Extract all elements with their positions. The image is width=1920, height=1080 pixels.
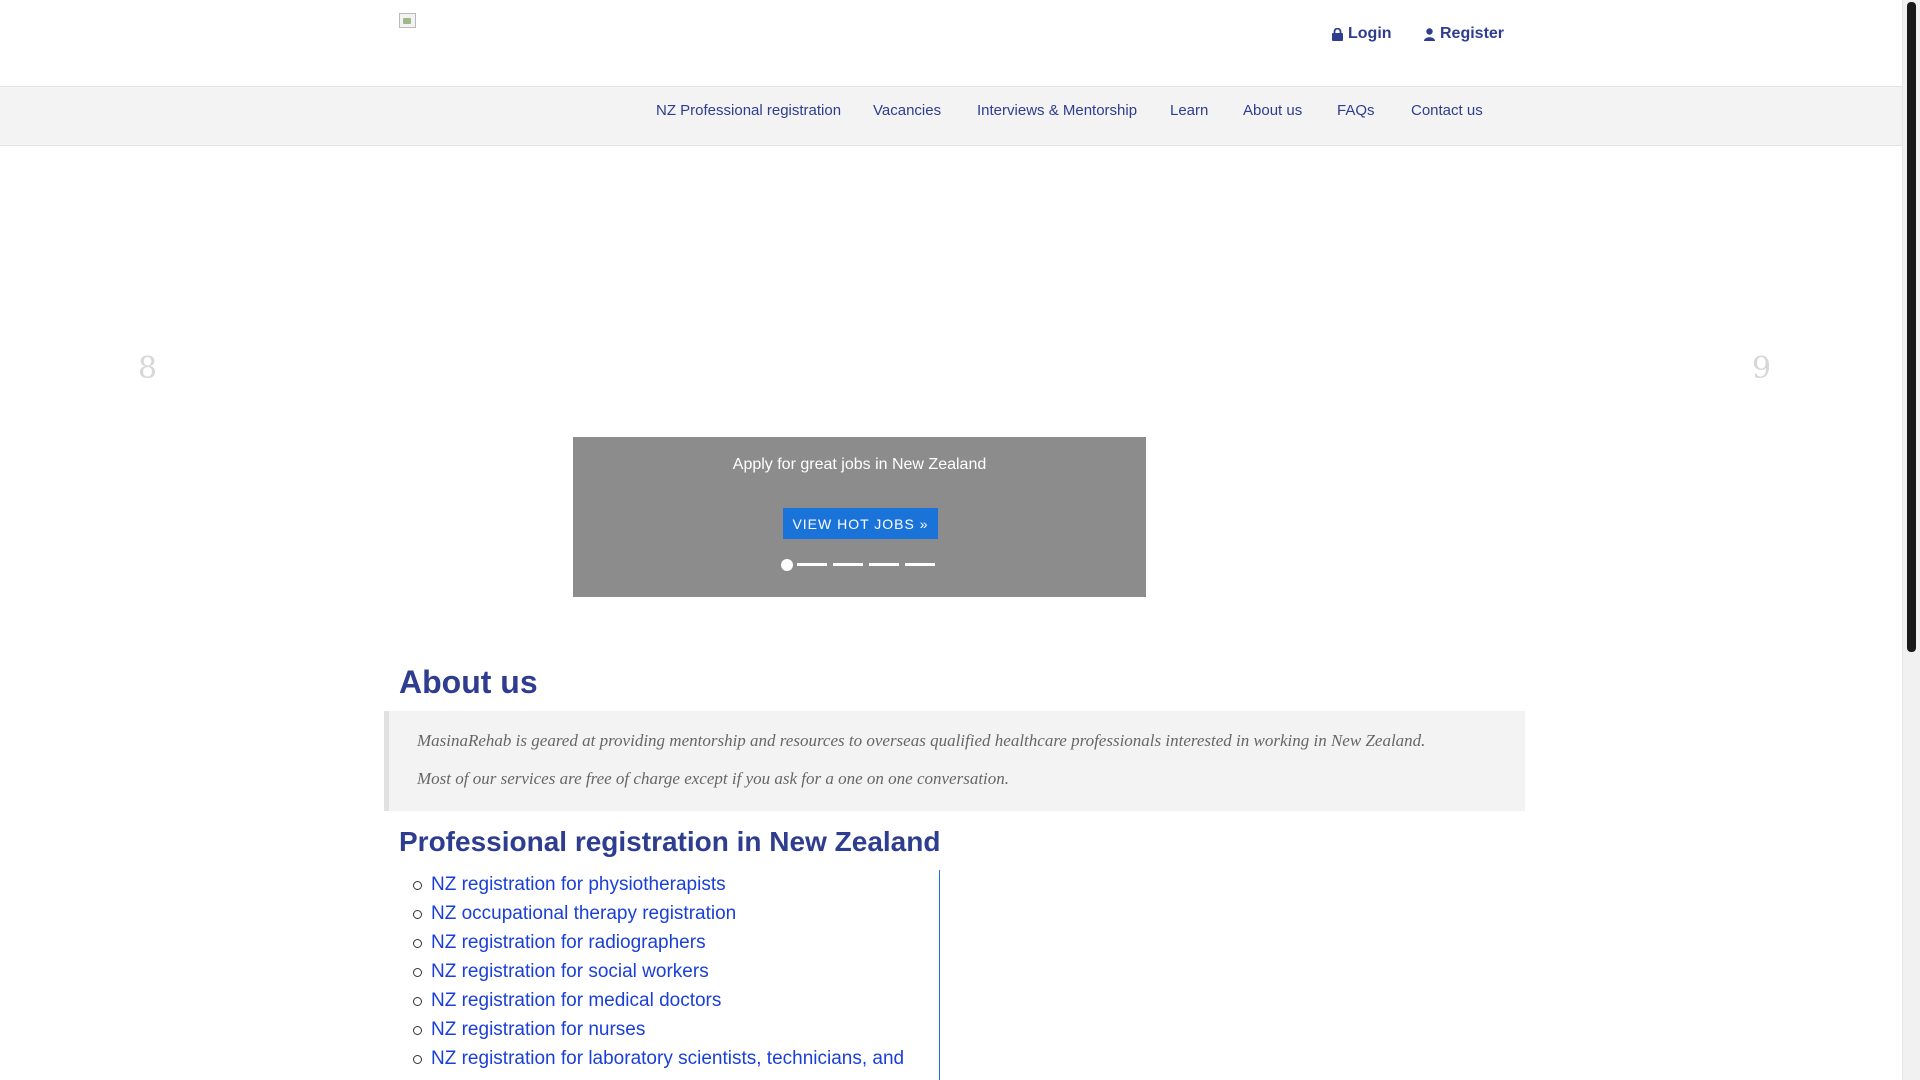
registration-link-radiographers[interactable]: NZ registration for radiographers [431,932,706,953]
registration-link-social-workers[interactable]: NZ registration for social workers [431,961,709,982]
carousel-indicator[interactable] [833,563,863,566]
about-title: About us [399,664,538,700]
nav-item-nz-professional-registration[interactable]: NZ Professional registration [656,102,841,119]
list-item: NZ registration for social workers [399,957,939,986]
page-viewport: Login Register NZ Professional registrat… [0,0,1902,1080]
nav-item-learn[interactable]: Learn [1170,102,1208,119]
main-navigation: NZ Professional registration Vacancies I… [0,87,1902,146]
hero-carousel: 8 9 Apply for great jobs in New Zealand … [0,146,1902,616]
list-item: NZ registration for nurses [399,1015,939,1044]
carousel-indicator-active[interactable] [781,559,793,571]
about-blockquote: MasinaRehab is geared at providing mento… [384,711,1525,811]
scrollbar-thumb[interactable] [1907,2,1916,652]
registration-link-laboratory-scientists[interactable]: NZ registration for laboratory scientist… [431,1048,904,1069]
nav-item-contact-us[interactable]: Contact us [1411,102,1483,119]
list-item: NZ registration for medical doctors [399,986,939,1015]
login-label: Login [1348,25,1392,42]
about-paragraph: Most of our services are free of charge … [417,769,1010,788]
carousel-indicator[interactable] [905,563,935,566]
view-hot-jobs-button[interactable]: VIEW HOT JOBS » [783,508,938,539]
site-logo-broken-image-icon[interactable] [399,13,416,28]
nav-item-interviews-mentorship[interactable]: Interviews & Mentorship [977,102,1137,119]
carousel-indicator[interactable] [797,563,827,566]
user-icon [1424,27,1435,41]
registration-title: Professional registration in New Zealand [399,826,941,857]
carousel-next-icon[interactable]: 9 [1752,351,1771,386]
top-header: Login Register [0,0,1902,87]
registration-link-nurses[interactable]: NZ registration for nurses [431,1019,645,1040]
nav-item-vacancies[interactable]: Vacancies [873,102,941,119]
nav-item-faqs[interactable]: FAQs [1337,102,1375,119]
lock-icon [1332,27,1343,41]
registration-link-occupational-therapy[interactable]: NZ occupational therapy registration [431,903,736,924]
list-item: NZ registration for laboratory scientist… [399,1044,939,1073]
nav-item-about-us[interactable]: About us [1243,102,1302,119]
carousel-caption: Apply for great jobs in New Zealand VIEW… [573,437,1146,597]
register-link[interactable]: Register [1424,25,1504,43]
carousel-indicator[interactable] [869,563,899,566]
about-paragraph: MasinaRehab is geared at providing mento… [417,731,1426,750]
registration-link-medical-doctors[interactable]: NZ registration for medical doctors [431,990,721,1011]
carousel-caption-text: Apply for great jobs in New Zealand [732,456,987,473]
carousel-prev-icon[interactable]: 8 [138,351,157,386]
vertical-scrollbar[interactable] [1902,0,1920,1080]
registration-list: NZ registration for physiotherapists NZ … [399,870,940,1080]
register-label: Register [1440,25,1505,42]
list-item: NZ registration for physiotherapists [399,870,939,899]
list-item: NZ occupational therapy registration [399,899,939,928]
list-item: NZ registration for radiographers [399,928,939,957]
login-link[interactable]: Login [1332,25,1392,43]
registration-link-physiotherapists[interactable]: NZ registration for physiotherapists [431,874,726,895]
